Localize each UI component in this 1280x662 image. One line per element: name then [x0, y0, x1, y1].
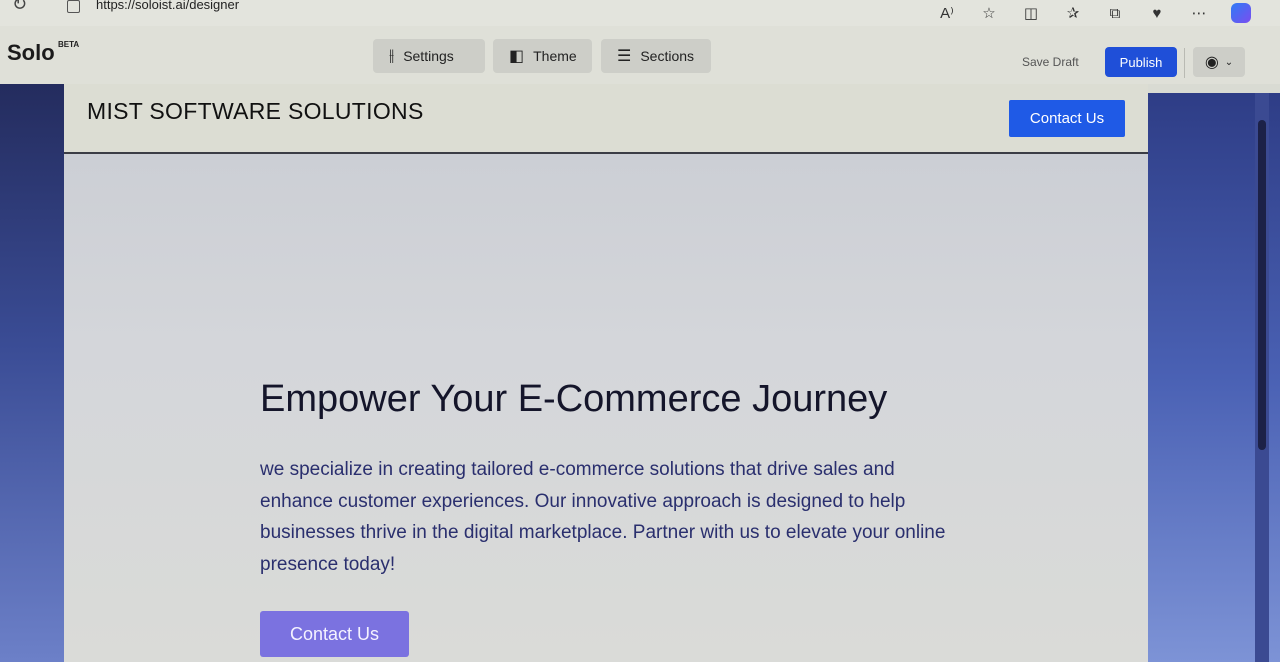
- hero-description: we specialize in creating tailored e-com…: [260, 459, 946, 575]
- hero-contact-button[interactable]: Contact Us: [260, 611, 409, 657]
- sliders-icon: ⫲: [389, 47, 395, 64]
- save-draft-button[interactable]: Save Draft: [1022, 55, 1079, 69]
- canvas-background-left: [0, 84, 64, 662]
- tab-label: Sections: [640, 48, 695, 64]
- address-bar[interactable]: https://soloist.ai/designer: [96, 0, 239, 12]
- designer-toolbar: Solo BETA ⫲ Settings ◧ Theme ☰ Sections …: [0, 26, 1280, 84]
- scrollbar-thumb[interactable]: [1258, 120, 1266, 450]
- palette-icon: ◧: [509, 48, 525, 65]
- tab-theme[interactable]: ◧ Theme: [493, 39, 592, 73]
- split-screen-icon[interactable]: ◫: [1010, 2, 1052, 24]
- favorites-list-icon[interactable]: ✰: [1052, 2, 1094, 24]
- toolbar-divider: [1184, 48, 1185, 78]
- tab-sections[interactable]: ☰ Sections: [601, 39, 711, 73]
- site-header: MIST SOFTWARE SOLUTIONS Contact Us: [64, 84, 1148, 154]
- health-icon[interactable]: ♥: [1136, 2, 1178, 24]
- beta-badge: BETA: [58, 40, 80, 49]
- reload-icon[interactable]: ↻: [12, 0, 27, 15]
- site-title: MIST SOFTWARE SOLUTIONS: [87, 98, 424, 124]
- browser-toolbar: ↻ https://soloist.ai/designer A⁾ ☆ ◫ ✰ ⧉…: [0, 0, 1280, 27]
- solo-logo: Solo: [7, 40, 55, 65]
- tab-settings[interactable]: ⫲ Settings: [373, 39, 485, 73]
- site-info-icon[interactable]: [67, 0, 80, 13]
- sections-icon: ☰: [617, 48, 632, 65]
- collections-icon[interactable]: ⧉: [1094, 2, 1136, 24]
- publish-button[interactable]: Publish: [1105, 47, 1177, 77]
- copilot-icon[interactable]: [1220, 2, 1262, 24]
- extensions-icon[interactable]: ⋯: [1178, 2, 1220, 24]
- tab-label: Settings: [403, 48, 454, 64]
- site-preview: MIST SOFTWARE SOLUTIONS Contact Us Empow…: [64, 84, 1148, 662]
- favorite-icon[interactable]: ☆: [968, 2, 1010, 24]
- hero-headline: Empower Your E-Commerce Journey: [260, 378, 888, 420]
- chevron-down-icon: ⌄: [1224, 56, 1234, 68]
- user-icon: ◉: [1204, 54, 1219, 71]
- read-aloud-icon[interactable]: A⁾: [926, 2, 968, 24]
- tab-label: Theme: [533, 48, 577, 64]
- account-menu[interactable]: ◉ ⌄: [1193, 47, 1245, 77]
- browser-actions: A⁾ ☆ ◫ ✰ ⧉ ♥ ⋯: [926, 2, 1262, 24]
- header-contact-button[interactable]: Contact Us: [1009, 100, 1125, 137]
